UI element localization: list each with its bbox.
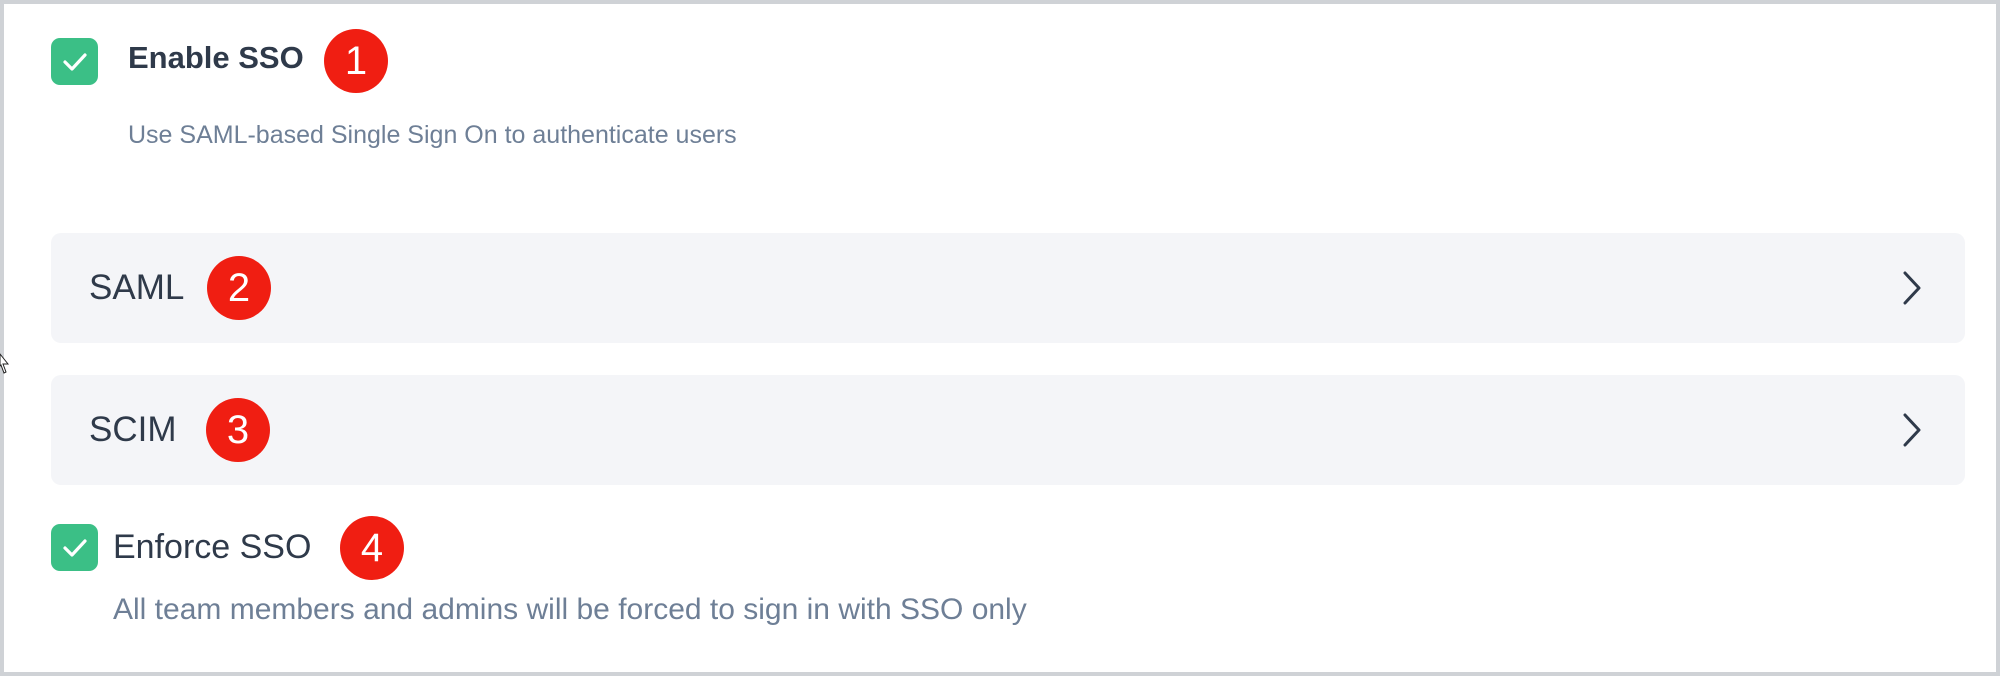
annotation-badge-4: 4 (340, 516, 404, 580)
enable-sso-description: Use SAML-based Single Sign On to authent… (128, 121, 737, 149)
enforce-sso-label: Enforce SSO (113, 528, 312, 566)
annotation-badge-3: 3 (206, 398, 270, 462)
enable-sso-label: Enable SSO (128, 40, 304, 75)
checkmark-icon (62, 52, 87, 71)
chevron-right-icon[interactable] (1897, 268, 1925, 308)
scim-label: SCIM (89, 410, 177, 449)
annotation-badge-1: 1 (324, 29, 388, 93)
scim-row[interactable]: SCIM 3 (51, 375, 1965, 485)
settings-panel: Enable SSO 1 Use SAML-based Single Sign … (0, 0, 2000, 676)
annotation-badge-2: 2 (207, 256, 271, 320)
checkmark-icon (62, 538, 87, 557)
saml-row[interactable]: SAML 2 (51, 233, 1965, 343)
mouse-cursor-icon (0, 353, 10, 374)
saml-label: SAML (89, 268, 185, 307)
enforce-sso-description: All team members and admins will be forc… (113, 593, 1027, 626)
enforce-sso-checkbox[interactable] (51, 524, 98, 571)
chevron-right-icon[interactable] (1897, 410, 1925, 450)
enable-sso-checkbox[interactable] (51, 38, 98, 85)
